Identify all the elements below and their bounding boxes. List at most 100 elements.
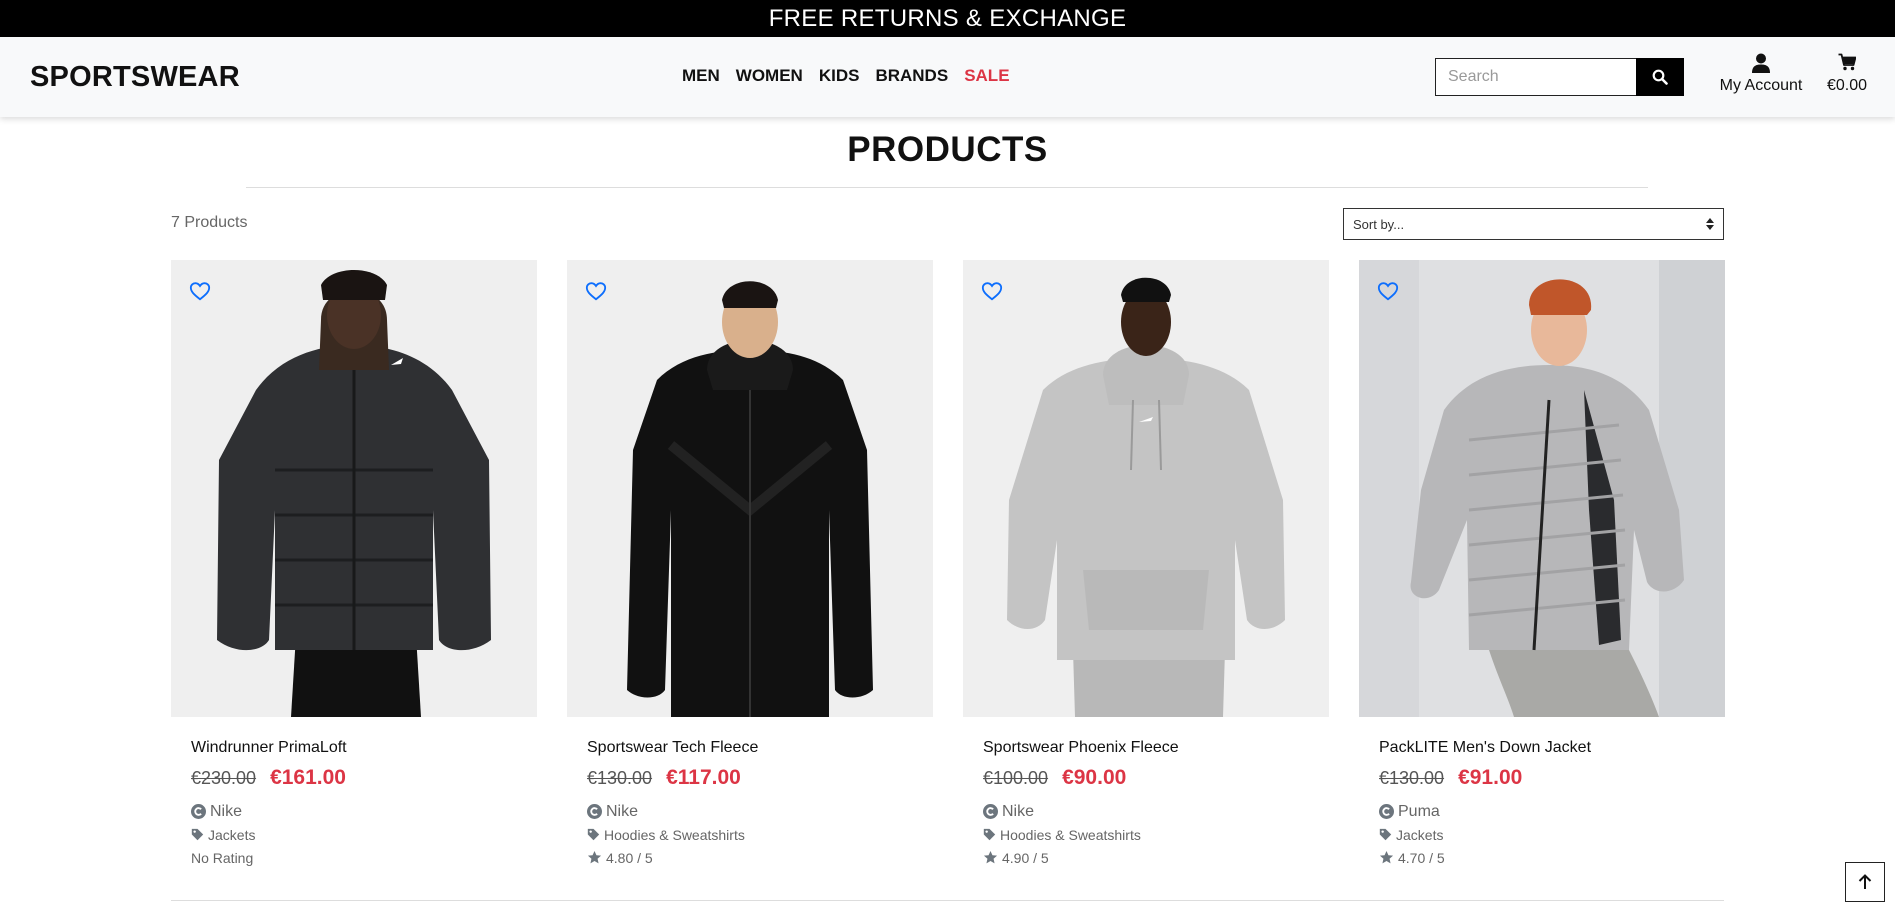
product-name[interactable]: PackLITE Men's Down Jacket (1379, 739, 1705, 757)
wishlist-heart-icon[interactable] (189, 280, 211, 302)
copyright-brand-icon (191, 804, 206, 819)
star-icon (587, 850, 602, 864)
original-price: €100.00 (983, 768, 1049, 788)
product-photo-grey-hoodie (963, 260, 1329, 717)
product-info: Windrunner PrimaLoft €230.00 €161.00 Nik… (171, 717, 537, 869)
tag-icon (587, 828, 600, 841)
product-photo-down-jacket (1359, 260, 1725, 717)
original-price: €130.00 (587, 768, 653, 788)
product-brand[interactable]: Nike (191, 800, 517, 823)
product-rating: 4.70 / 5 (1379, 846, 1705, 869)
product-count: 7 Products (171, 214, 248, 231)
user-icon (1752, 53, 1770, 73)
nav-kids[interactable]: KIDS (819, 66, 860, 86)
category-name: Jackets (208, 826, 256, 843)
search-form (1435, 58, 1684, 96)
product-prices: €230.00 €161.00 (191, 766, 517, 790)
wishlist-heart-icon[interactable] (1377, 280, 1399, 302)
main-nav: MEN WOMEN KIDS BRANDS SALE (682, 66, 1010, 86)
title-divider (246, 187, 1648, 188)
brand-logo[interactable]: SPORTSWEAR (30, 61, 240, 94)
star-icon (1379, 850, 1394, 864)
product-prices: €130.00 €91.00 (1379, 766, 1705, 790)
product-image[interactable] (963, 260, 1329, 717)
promo-banner: FREE RETURNS & EXCHANGE (0, 0, 1895, 37)
tag-icon (191, 828, 204, 841)
product-name[interactable]: Sportswear Tech Fleece (587, 739, 913, 757)
nav-sale[interactable]: SALE (964, 66, 1009, 86)
grid-divider (171, 900, 1724, 901)
copyright-brand-icon (587, 804, 602, 819)
product-category[interactable]: Hoodies & Sweatshirts (587, 823, 913, 846)
product-category[interactable]: Jackets (191, 823, 517, 846)
search-icon (1652, 69, 1668, 85)
search-input[interactable] (1435, 58, 1636, 96)
product-prices: €130.00 €117.00 (587, 766, 913, 790)
product-prices: €100.00 €90.00 (983, 766, 1309, 790)
brand-name: Nike (606, 802, 639, 820)
category-name: Jackets (1396, 826, 1444, 843)
original-price: €230.00 (191, 768, 257, 788)
nav-women[interactable]: WOMEN (736, 66, 803, 86)
sale-price: €161.00 (270, 766, 346, 789)
product-brand[interactable]: Nike (983, 800, 1309, 823)
product-card: Sportswear Phoenix Fleece €100.00 €90.00… (963, 260, 1329, 869)
wishlist-heart-icon[interactable] (585, 280, 607, 302)
product-info: PackLITE Men's Down Jacket €130.00 €91.0… (1359, 717, 1725, 869)
back-to-top-button[interactable] (1845, 862, 1885, 902)
copyright-brand-icon (1379, 804, 1394, 819)
cart-icon (1838, 53, 1857, 71)
product-photo-tech-fleece (567, 260, 933, 717)
sale-price: €90.00 (1062, 766, 1127, 789)
original-price: €130.00 (1379, 768, 1445, 788)
product-card: Windrunner PrimaLoft €230.00 €161.00 Nik… (171, 260, 537, 869)
sale-price: €117.00 (666, 766, 741, 789)
product-rating: 4.80 / 5 (587, 846, 913, 869)
nav-men[interactable]: MEN (682, 66, 720, 86)
product-brand[interactable]: Nike (587, 800, 913, 823)
product-rating: 4.90 / 5 (983, 846, 1309, 869)
product-category[interactable]: Hoodies & Sweatshirts (983, 823, 1309, 846)
product-info: Sportswear Tech Fleece €130.00 €117.00 N… (567, 717, 933, 869)
sale-price: €91.00 (1458, 766, 1523, 789)
product-name[interactable]: Windrunner PrimaLoft (191, 739, 517, 757)
tag-icon (983, 828, 996, 841)
my-account-link[interactable]: My Account (1696, 53, 1826, 95)
navbar: SPORTSWEAR MEN WOMEN KIDS BRANDS SALE My… (0, 37, 1895, 117)
sort-select[interactable]: Sort by... (1343, 208, 1724, 240)
search-button[interactable] (1636, 58, 1684, 96)
product-card: PackLITE Men's Down Jacket €130.00 €91.0… (1359, 260, 1725, 869)
brand-name: Nike (1002, 802, 1035, 820)
wishlist-heart-icon[interactable] (981, 280, 1003, 302)
rating-value: 4.90 / 5 (1002, 849, 1049, 866)
page-title: PRODUCTS (847, 130, 1048, 169)
cart-total: €0.00 (1826, 77, 1868, 94)
sort-selected-value: Sort by... (1353, 216, 1405, 232)
product-name[interactable]: Sportswear Phoenix Fleece (983, 739, 1309, 757)
product-photo-puffer-jacket (171, 260, 537, 717)
tag-icon (1379, 828, 1392, 841)
product-category[interactable]: Jackets (1379, 823, 1705, 846)
promo-text: FREE RETURNS & EXCHANGE (768, 4, 1127, 32)
product-rating: No Rating (191, 846, 517, 869)
rating-value: No Rating (191, 849, 254, 866)
product-image[interactable] (1359, 260, 1725, 717)
brand-name: Nike (210, 802, 243, 820)
cart-link[interactable]: €0.00 (1818, 53, 1876, 95)
product-image[interactable] (567, 260, 933, 717)
star-icon (983, 850, 998, 864)
brand-name: Puma (1398, 802, 1440, 820)
product-grid: Windrunner PrimaLoft €230.00 €161.00 Nik… (171, 260, 1725, 869)
sort-arrows-icon (1706, 218, 1714, 230)
product-card: Sportswear Tech Fleece €130.00 €117.00 N… (567, 260, 933, 869)
product-info: Sportswear Phoenix Fleece €100.00 €90.00… (963, 717, 1329, 869)
copyright-brand-icon (983, 804, 998, 819)
product-brand[interactable]: Puma (1379, 800, 1705, 823)
category-name: Hoodies & Sweatshirts (604, 826, 745, 843)
nav-brands[interactable]: BRANDS (875, 66, 948, 86)
product-image[interactable] (171, 260, 537, 717)
category-name: Hoodies & Sweatshirts (1000, 826, 1141, 843)
my-account-label: My Account (1719, 77, 1803, 94)
rating-value: 4.70 / 5 (1398, 849, 1445, 866)
arrow-up-icon (1858, 874, 1872, 889)
